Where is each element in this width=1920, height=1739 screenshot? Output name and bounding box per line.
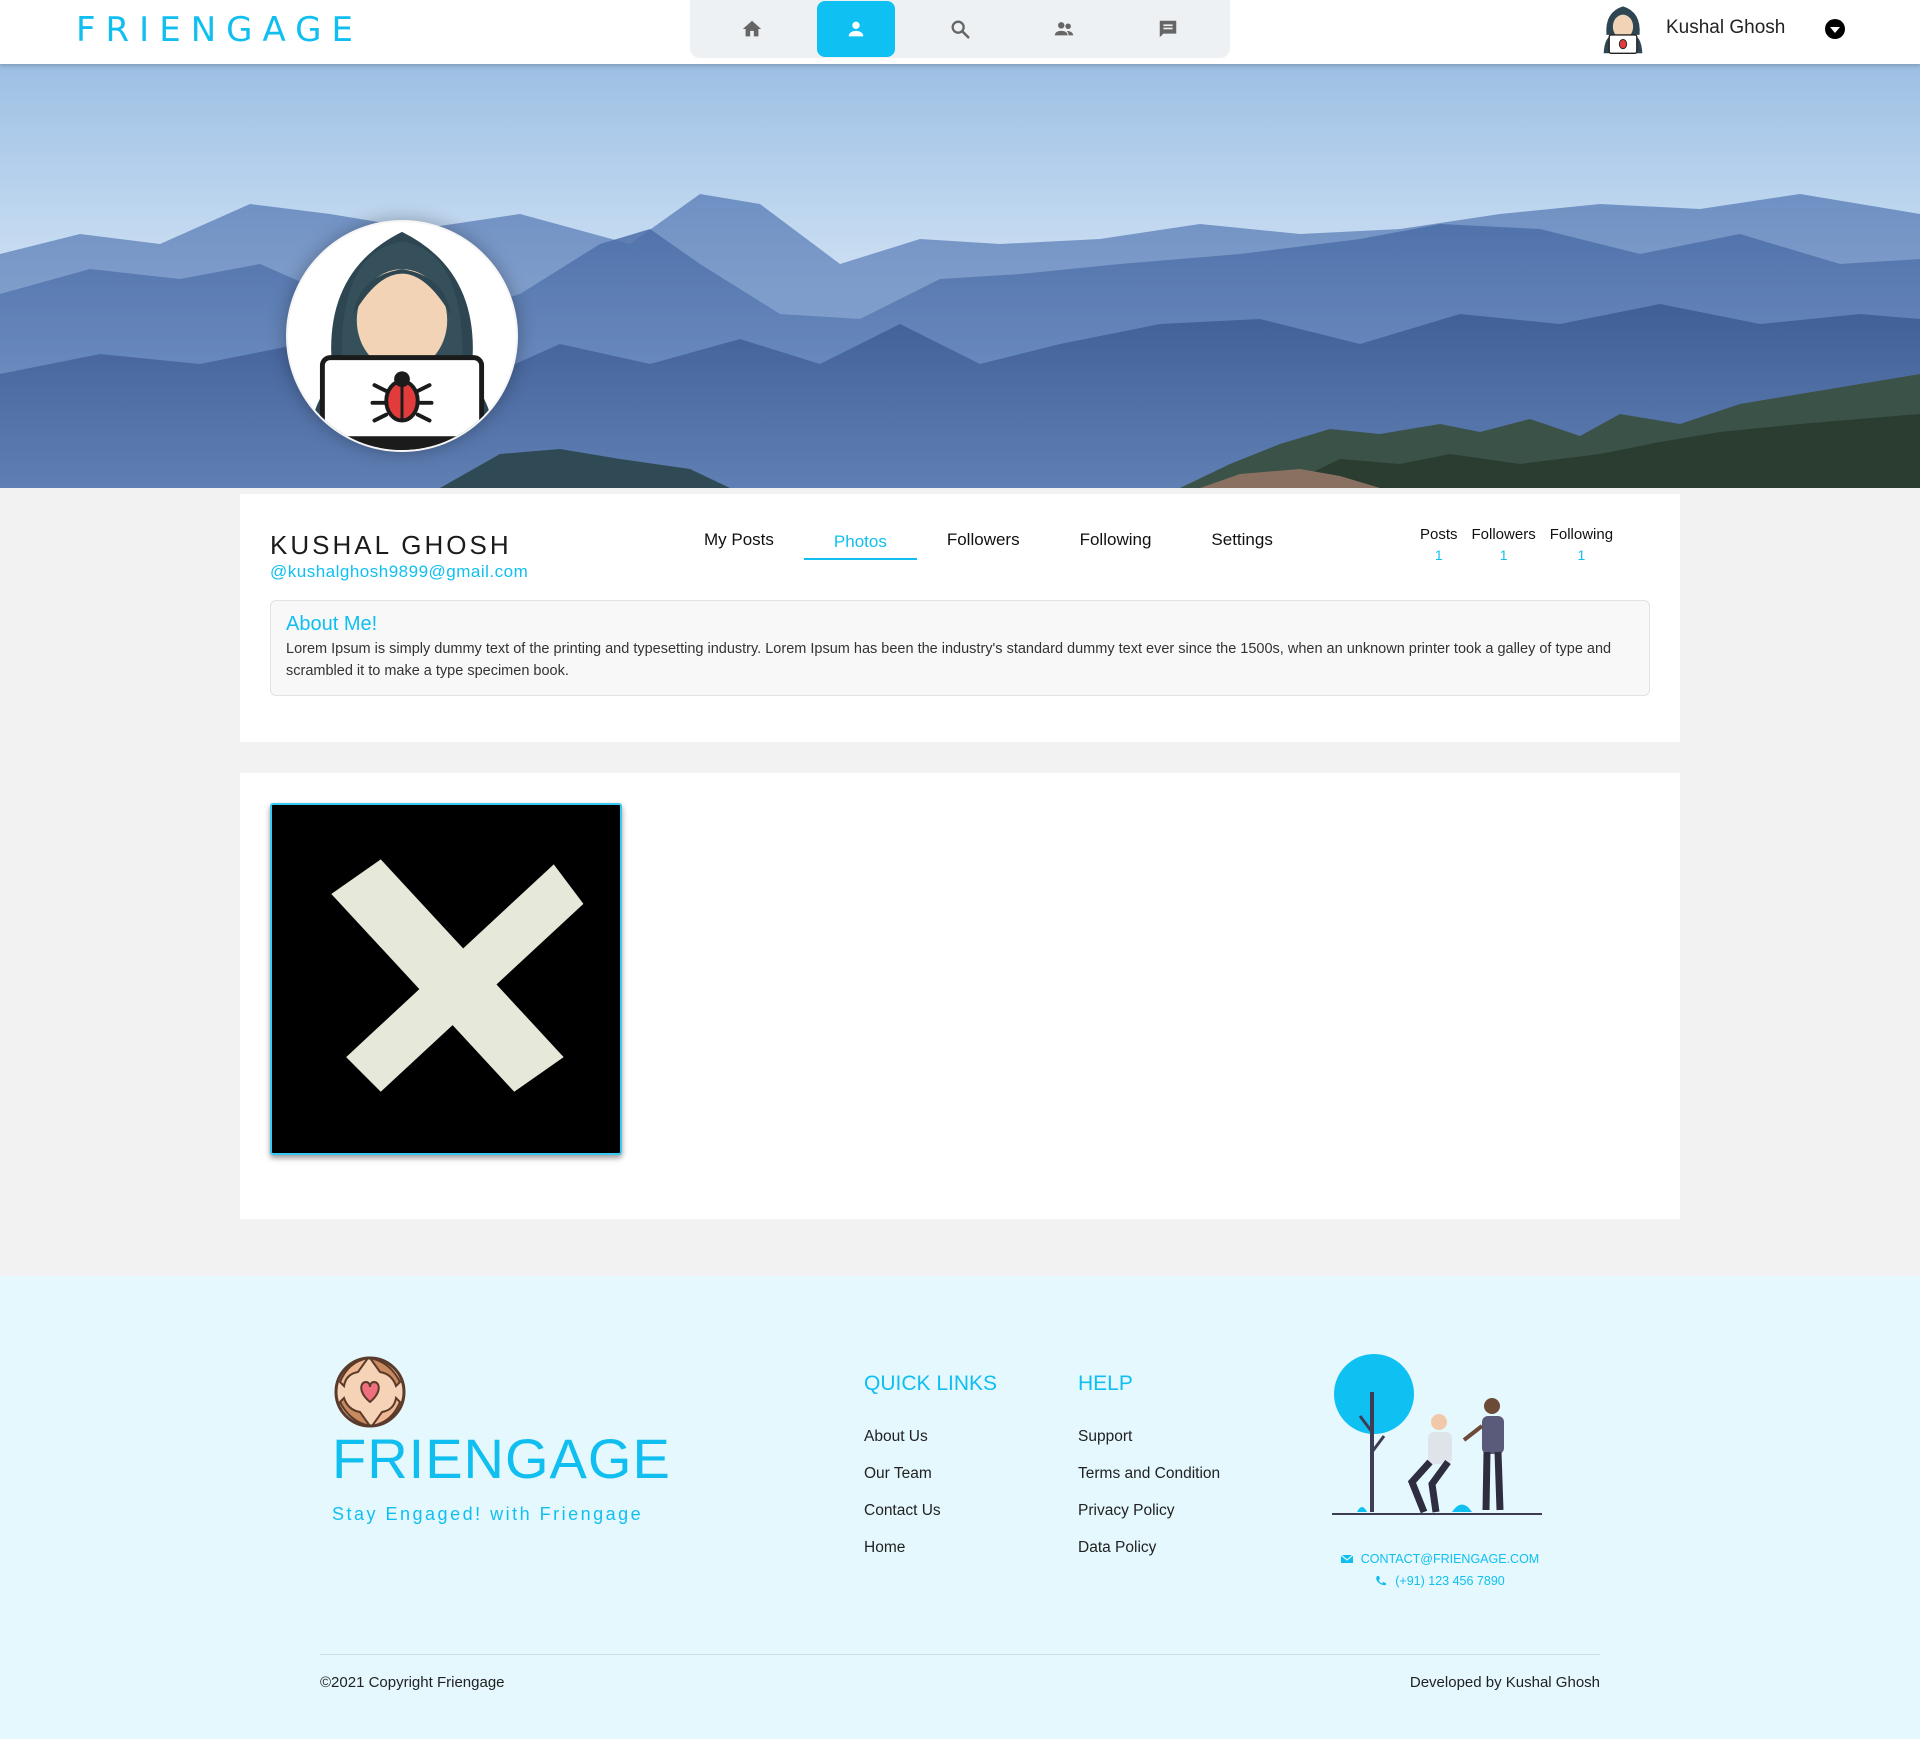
x-mark-image (331, 859, 584, 1092)
stat-value: 1 (1577, 547, 1586, 563)
stat-label: Posts (1420, 526, 1458, 543)
stat-label: Following (1549, 526, 1614, 543)
link-home[interactable]: Home (864, 1539, 997, 1557)
footer-tagline: Stay Engaged! with Friengage (332, 1504, 644, 1524)
link-contact-us[interactable]: Contact Us (864, 1502, 997, 1520)
top-navbar: FRIENGAGE Kushal Ghosh (0, 0, 1920, 64)
search-icon (951, 20, 970, 39)
chevron-down-icon[interactable] (1825, 19, 1845, 39)
footer-divider (320, 1654, 1600, 1655)
phone-icon (1376, 1576, 1387, 1586)
nav-messages-button[interactable] (1129, 1, 1207, 57)
tab-following[interactable]: Following (1050, 524, 1182, 556)
stat-label: Followers (1471, 526, 1536, 543)
link-terms[interactable]: Terms and Condition (1078, 1465, 1220, 1483)
user-avatar (1603, 6, 1643, 54)
messages-icon (1159, 20, 1177, 38)
contact-info: CONTACT@FRIENGAGE.COM (+91) 123 456 7890 (1320, 1552, 1560, 1596)
contact-phone[interactable]: (+91) 123 456 7890 (1320, 1574, 1560, 1588)
profile-card: KUSHAL GHOSH @kushalghosh9899@gmail.com … (240, 494, 1680, 742)
profile-icon (848, 21, 864, 37)
about-me-box: About Me! Lorem Ipsum is simply dummy te… (270, 600, 1650, 696)
user-name: Kushal Ghosh (1666, 17, 1786, 38)
developer-credit: Developed by Kushal Ghosh (1409, 1674, 1600, 1691)
about-text: Lorem Ipsum is simply dummy text of the … (286, 641, 1612, 679)
nav-home-button[interactable] (713, 1, 791, 57)
photos-panel (240, 773, 1680, 1219)
cover-image (0, 64, 1920, 488)
stat-value: 1 (1499, 547, 1508, 563)
profile-name: KUSHAL GHOSH (270, 530, 512, 560)
stat-following: Following 1 (1550, 526, 1613, 563)
hacker-avatar-icon (307, 231, 497, 450)
nav-search-button[interactable] (921, 1, 999, 57)
tab-photos[interactable]: Photos (803, 524, 917, 560)
user-menu[interactable]: Kushal Ghosh (1600, 0, 1845, 56)
phone-text: (+91) 123 456 7890 (1395, 1574, 1505, 1588)
link-support[interactable]: Support (1078, 1428, 1220, 1446)
link-data-policy[interactable]: Data Policy (1078, 1539, 1220, 1557)
tab-my-posts[interactable]: My Posts (674, 524, 804, 556)
email-text: CONTACT@FRIENGAGE.COM (1360, 1552, 1540, 1566)
link-about-us[interactable]: About Us (864, 1428, 997, 1446)
quick-links-column: QUICK LINKS About Us Our Team Contact Us… (864, 1372, 997, 1576)
link-privacy-policy[interactable]: Privacy Policy (1078, 1502, 1220, 1520)
nav-profile-button[interactable] (817, 1, 895, 57)
quick-links-title: QUICK LINKS (864, 1372, 998, 1395)
home-icon (742, 20, 762, 37)
about-title: About Me! (286, 613, 378, 635)
footer: FRIENGAGE Stay Engaged! with Friengage Q… (0, 1276, 1920, 1739)
profile-email: @kushalghosh9899@gmail.com (270, 562, 529, 581)
tab-settings[interactable]: Settings (1181, 524, 1302, 556)
stat-followers: Followers 1 (1472, 526, 1536, 563)
tab-followers[interactable]: Followers (917, 524, 1050, 556)
nav-friends-button[interactable] (1025, 1, 1103, 57)
copyright-text: ©2021 Copyright Friengage (320, 1674, 505, 1691)
friends-icon (1054, 22, 1074, 36)
profile-tabs: My Posts Photos Followers Following Sett… (674, 524, 1303, 560)
stat-posts: Posts 1 (1420, 526, 1458, 563)
photo-thumbnail[interactable] (270, 803, 622, 1155)
stat-value: 1 (1434, 547, 1443, 563)
link-our-team[interactable]: Our Team (864, 1465, 997, 1483)
help-title: HELP (1078, 1372, 1133, 1395)
friengage-logo-icon (334, 1356, 406, 1428)
main-nav (690, 0, 1230, 58)
mountains-illustration (0, 194, 1920, 488)
people-illustration (1332, 1354, 1542, 1515)
footer-brand: FRIENGAGE (332, 1427, 671, 1490)
contact-email[interactable]: CONTACT@FRIENGAGE.COM (1320, 1552, 1560, 1566)
profile-avatar[interactable] (286, 220, 518, 452)
brand-logo[interactable]: FRIENGAGE (76, 10, 363, 50)
profile-stats: Posts 1 Followers 1 Following 1 (1420, 526, 1627, 563)
help-column: HELP Support Terms and Condition Privacy… (1078, 1372, 1220, 1576)
mail-icon (1340, 1554, 1353, 1563)
